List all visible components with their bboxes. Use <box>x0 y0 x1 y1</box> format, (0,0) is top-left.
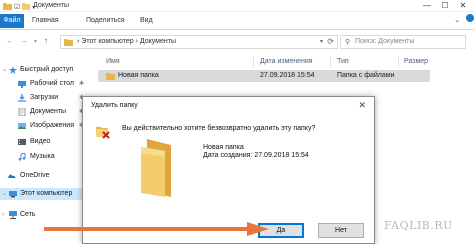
close-icon[interactable]: ✕ <box>454 0 472 12</box>
sidebar-item-pictures[interactable]: Изображения ✱ <box>0 120 88 132</box>
desktop-icon <box>18 81 26 88</box>
address-bar-row: ← → ▾ ↑ › Этот компьютер › Документы ▾ ⟳… <box>0 32 474 52</box>
tab-view[interactable]: Вид <box>140 14 153 28</box>
downloads-icon <box>18 94 26 102</box>
sidebar-item-video[interactable]: Видео <box>0 136 88 148</box>
file-type: Папка с файлами <box>337 72 395 79</box>
chevron-down-icon[interactable]: ⌄ <box>2 64 7 76</box>
search-placeholder: Поиск: Документы <box>355 38 415 45</box>
tab-file[interactable]: Файл <box>0 14 24 28</box>
folder-created-date: Дата создания: 27.09.2018 15:54 <box>203 152 309 159</box>
folder-icon <box>106 72 115 85</box>
column-header-name[interactable]: Имя <box>106 56 120 68</box>
sidebar-item-desktop[interactable]: Рабочий стол ✱ <box>0 78 88 90</box>
documents-icon <box>18 108 26 116</box>
maximize-icon[interactable]: ☐ <box>436 0 454 12</box>
checkmark-icon[interactable]: ☑ <box>14 3 20 11</box>
sidebar-item-this-pc[interactable]: ⌄ Этот компьютер <box>0 188 88 200</box>
annotation-arrow-icon <box>44 222 269 236</box>
column-header-modified[interactable]: Дата изменения <box>260 56 313 68</box>
breadcrumb-this-pc[interactable]: Этот компьютер <box>81 38 133 45</box>
breadcrumb-separator: › <box>77 38 80 45</box>
navigation-pane: ⌄ Быстрый доступ Рабочий стол ✱ Загрузки… <box>0 54 88 244</box>
column-header-type[interactable]: Тип <box>337 56 349 68</box>
sidebar-item-quick-access[interactable]: ⌄ Быстрый доступ <box>0 64 88 76</box>
dialog-title: Удалить папку <box>91 102 138 109</box>
watermark: FAQLIB.RU <box>384 219 453 232</box>
column-divider[interactable] <box>398 56 399 68</box>
address-input[interactable]: › Этот компьютер › Документы ▾ ⟳ <box>60 35 338 49</box>
file-modified: 27.09.2018 15:54 <box>260 72 315 79</box>
minimize-icon[interactable]: — <box>418 0 436 12</box>
sidebar-item-label: Этот компьютер <box>20 190 73 197</box>
sidebar-item-label: Быстрый доступ <box>20 66 74 73</box>
folder-icon <box>64 39 73 48</box>
forward-icon[interactable]: → <box>20 36 28 45</box>
sidebar-item-label: Видео <box>30 138 51 145</box>
dialog-question: Вы действительно хотите безвозвратно уда… <box>122 125 316 132</box>
sidebar-item-music[interactable]: Музыка <box>0 151 88 163</box>
ribbon-expand-icon[interactable]: ⌄ <box>454 16 460 24</box>
recent-locations-icon[interactable]: ▾ <box>34 38 37 45</box>
close-icon[interactable]: ✕ <box>358 100 366 111</box>
pin-icon[interactable]: ✱ <box>79 78 84 90</box>
sidebar-item-label: OneDrive <box>20 172 50 179</box>
sidebar-item-network[interactable]: › Сеть <box>0 209 88 221</box>
window-title: Документы <box>33 2 70 9</box>
folder-icon <box>141 139 171 197</box>
breadcrumb: › Этот компьютер › Документы <box>77 38 176 45</box>
title-bar: ☑ ▾ Документы — ☐ ✕ <box>0 0 474 12</box>
onedrive-icon <box>8 174 16 178</box>
pictures-icon <box>18 123 26 129</box>
sidebar-item-label: Документы <box>30 108 67 115</box>
address-dropdown-icon[interactable]: ▾ <box>320 38 323 45</box>
sidebar-item-onedrive[interactable]: OneDrive <box>0 170 88 182</box>
sidebar-item-label: Загрузки <box>30 94 59 101</box>
ribbon: Файл Главная Поделиться Вид ⌄ <box>0 12 474 30</box>
refresh-icon[interactable]: ⟳ <box>327 37 334 46</box>
file-name: Новая папка <box>118 72 159 79</box>
sidebar-item-label: Музыка <box>30 153 55 160</box>
sidebar-item-downloads[interactable]: Загрузки ✱ <box>0 92 88 104</box>
music-icon <box>18 153 26 161</box>
breadcrumb-documents[interactable]: Документы <box>140 38 176 45</box>
column-divider[interactable] <box>330 56 331 68</box>
star-icon <box>9 66 17 74</box>
chevron-down-icon[interactable]: ⌄ <box>2 188 7 200</box>
new-folder-icon[interactable] <box>22 2 31 12</box>
column-header-size[interactable]: Размер <box>404 56 428 68</box>
network-icon <box>9 211 17 219</box>
folder-name: Новая папка <box>203 144 244 151</box>
sidebar-item-label: Сеть <box>20 211 36 218</box>
sidebar-item-documents[interactable]: Документы ✱ <box>0 106 88 118</box>
breadcrumb-separator: › <box>135 38 138 45</box>
table-row[interactable]: Новая папка 27.09.2018 15:54 Папка с фай… <box>98 70 430 82</box>
help-icon[interactable] <box>466 14 474 22</box>
computer-icon <box>9 191 17 198</box>
search-input[interactable]: ⚲ Поиск: Документы <box>340 35 466 49</box>
sidebar-item-label: Рабочий стол <box>30 80 74 87</box>
no-button[interactable]: Нет <box>318 223 364 238</box>
search-icon: ⚲ <box>345 39 351 46</box>
delete-folder-icon <box>96 127 110 139</box>
quick-access-toolbar: ☑ ▾ <box>3 2 35 12</box>
video-icon <box>18 139 26 145</box>
back-icon[interactable]: ← <box>6 36 14 45</box>
chevron-right-icon[interactable]: › <box>2 209 4 221</box>
sidebar-item-label: Изображения <box>30 122 74 129</box>
up-icon[interactable]: ↑ <box>44 36 48 45</box>
column-divider[interactable] <box>253 56 254 68</box>
folder-icon <box>3 2 12 12</box>
tab-home[interactable]: Главная <box>32 14 59 28</box>
tab-share[interactable]: Поделиться <box>86 14 125 28</box>
